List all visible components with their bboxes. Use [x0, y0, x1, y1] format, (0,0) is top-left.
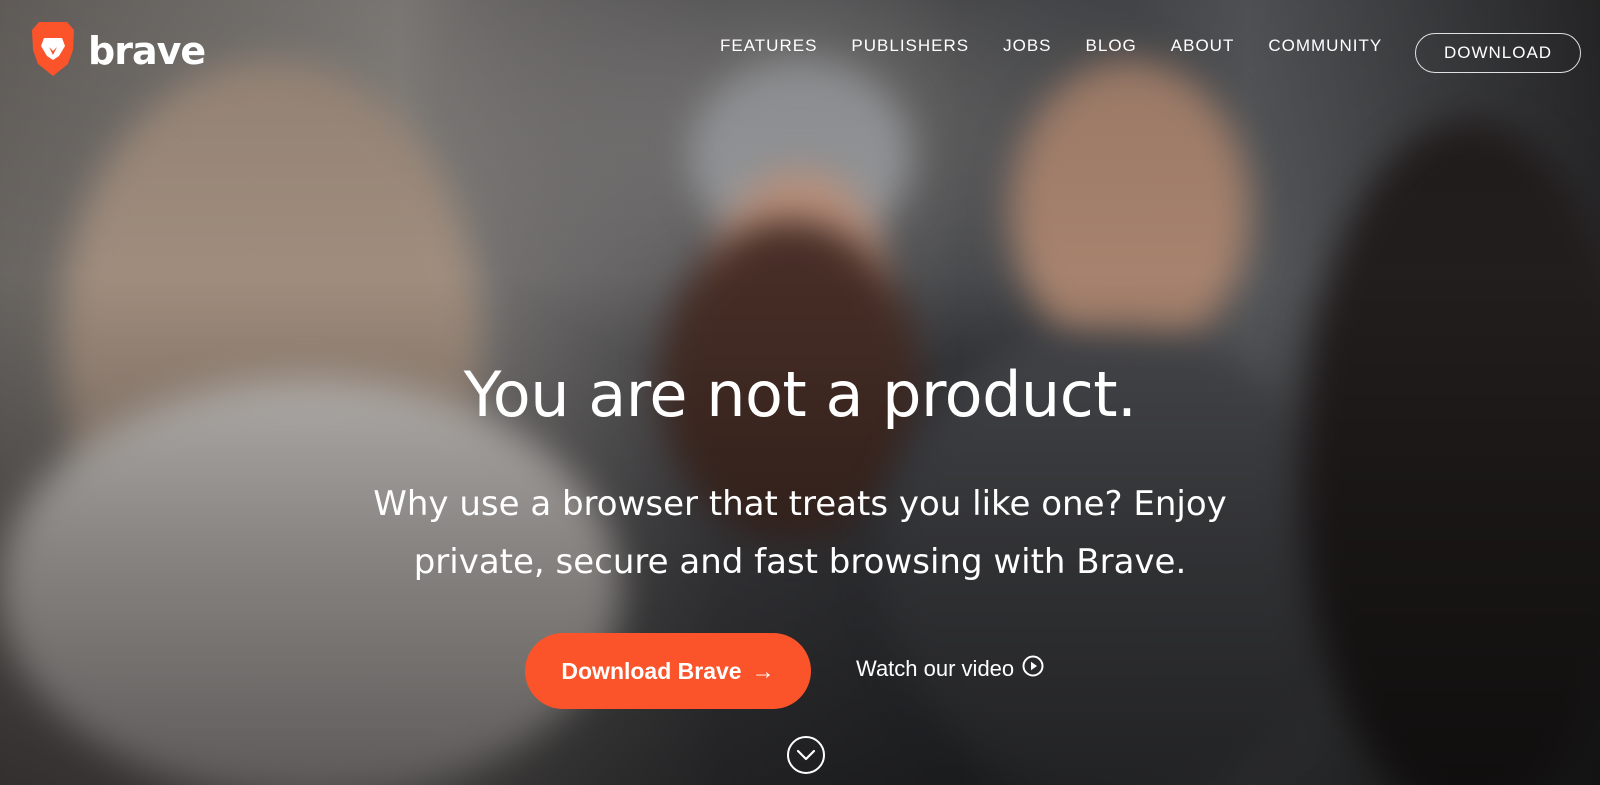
play-circle-icon	[1022, 655, 1044, 683]
nav-item-features[interactable]: FEATURES	[720, 36, 817, 56]
nav-item-community[interactable]: COMMUNITY	[1268, 36, 1382, 56]
download-brave-button[interactable]: Download Brave →	[525, 633, 811, 709]
watch-video-label: Watch our video	[856, 656, 1015, 681]
hero-subhead-line-1: Why use a browser that treats you like o…	[373, 484, 1227, 524]
hero-headline: You are not a product.	[463, 358, 1137, 431]
main-nav: FEATURES PUBLISHERS JOBS BLOG ABOUT COMM…	[720, 36, 1416, 56]
brave-logo[interactable]: brave	[28, 20, 206, 82]
nav-download-button[interactable]: DOWNLOAD	[1415, 33, 1581, 73]
watch-video-link[interactable]: Watch our video	[856, 655, 1044, 683]
brave-lion-logo-icon	[28, 20, 78, 82]
nav-item-about[interactable]: ABOUT	[1171, 36, 1235, 56]
hero-subhead-line-2: private, secure and fast browsing with B…	[413, 542, 1187, 582]
arrow-right-icon: →	[751, 657, 775, 684]
nav-item-jobs[interactable]: JOBS	[1003, 36, 1051, 56]
brand-name: brave	[88, 29, 206, 73]
nav-item-blog[interactable]: BLOG	[1086, 36, 1137, 56]
nav-item-publishers[interactable]: PUBLISHERS	[851, 36, 969, 56]
download-brave-label: Download Brave	[561, 657, 742, 684]
chevron-down-circle-icon[interactable]	[786, 735, 826, 775]
hero-subhead: Why use a browser that treats you like o…	[340, 475, 1260, 591]
